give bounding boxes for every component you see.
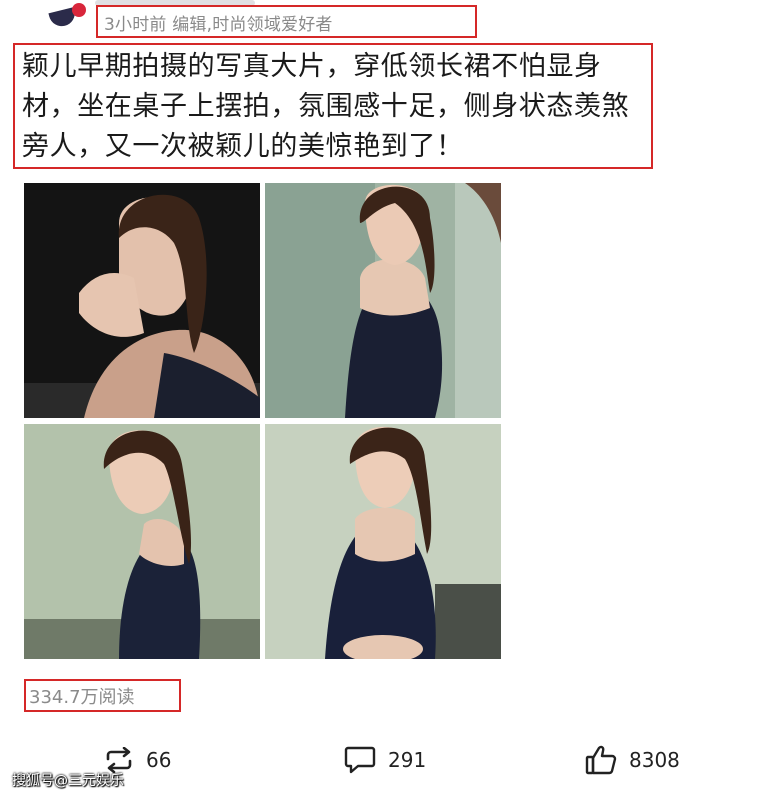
repost-count: 66 (146, 748, 172, 772)
post-photo-3[interactable] (24, 424, 260, 659)
post-photo-4[interactable] (265, 424, 501, 659)
post-caption: 颖儿早期拍摄的写真大片，穿低领长裙不怕显身材，坐在桌子上摆拍，氛围感十足，侧身状… (22, 51, 630, 162)
comment-button[interactable]: 291 (344, 740, 426, 780)
post-meta: 3小时前 编辑,时尚领域爱好者 (104, 15, 333, 35)
thumbs-up-icon (585, 744, 617, 776)
like-count: 8308 (629, 748, 680, 772)
source-watermark: 搜狐号@三元娱乐 (12, 773, 124, 789)
like-button[interactable]: 8308 (585, 740, 680, 780)
comment-count: 291 (388, 748, 427, 772)
post-photo-1[interactable] (24, 183, 260, 418)
post-photo-2[interactable] (265, 183, 501, 418)
read-count: 334.7万阅读 (29, 687, 135, 708)
avatar[interactable] (40, 0, 92, 30)
comment-icon (344, 745, 376, 775)
